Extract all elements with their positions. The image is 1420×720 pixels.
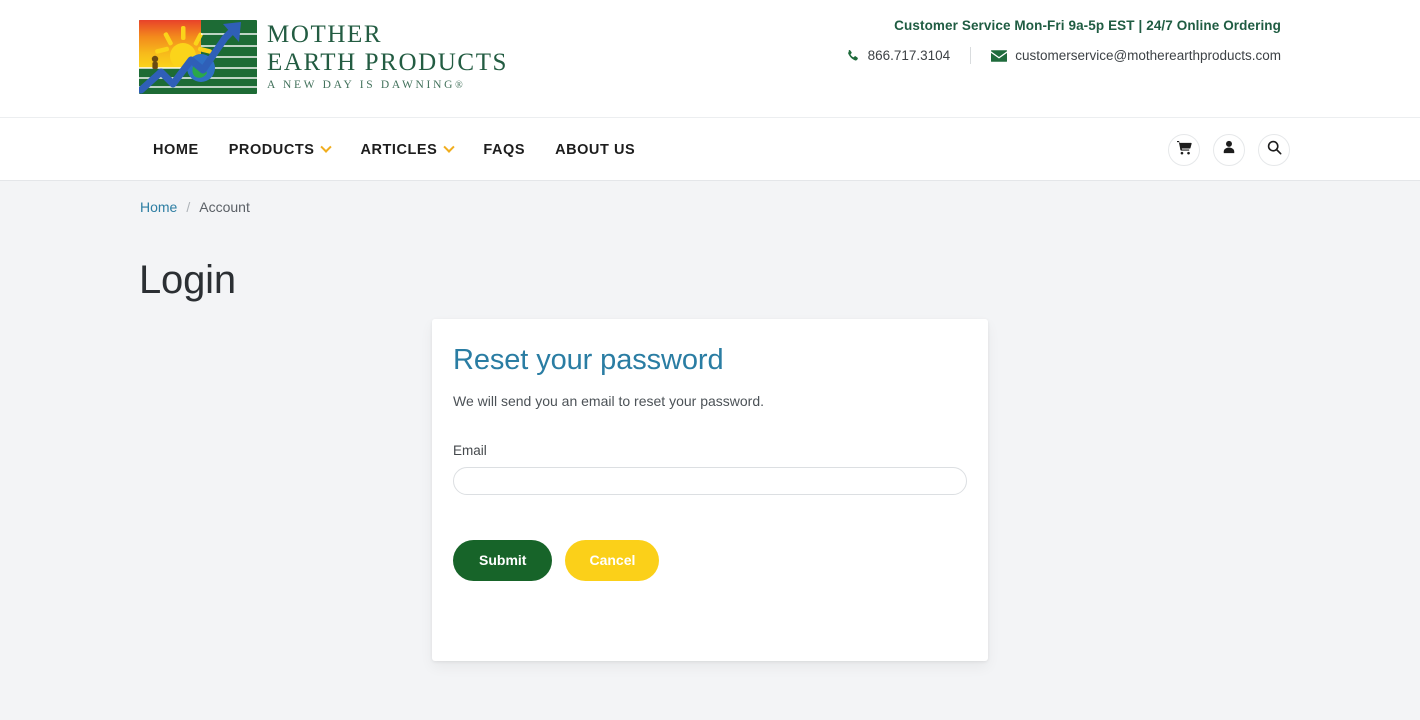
contact-divider bbox=[970, 47, 972, 64]
site-header: MOTHER EARTH PRODUCTS A NEW DAY IS DAWNI… bbox=[0, 0, 1420, 117]
logo-tagline: A NEW DAY IS DAWNING® bbox=[267, 79, 508, 91]
breadcrumb-current-account: Account bbox=[199, 199, 250, 215]
reset-password-heading: Reset your password bbox=[453, 344, 724, 376]
logo-name-line-1: MOTHER bbox=[267, 21, 383, 48]
phone-number: 866.717.3104 bbox=[867, 48, 951, 63]
user-account-icon bbox=[1222, 140, 1236, 159]
nav-item-faqs[interactable]: FAQS bbox=[483, 142, 525, 158]
nav-item-articles-label: ARTICLES bbox=[360, 141, 438, 158]
nav-item-home-label: HOME bbox=[153, 141, 199, 158]
nav-item-products[interactable]: PRODUCTS bbox=[228, 141, 333, 158]
envelope-icon bbox=[991, 49, 1008, 62]
page-root: MOTHER EARTH PRODUCTS A NEW DAY IS DAWNI… bbox=[0, 0, 1420, 720]
registered-mark: ® bbox=[455, 80, 463, 91]
breadcrumb: Home / Account bbox=[140, 199, 250, 215]
logo-name-line-2: EARTH PRODUCTS bbox=[267, 49, 509, 76]
nav-item-products-label: PRODUCTS bbox=[228, 141, 315, 158]
breadcrumb-separator: / bbox=[186, 199, 191, 215]
cart-icon bbox=[1176, 140, 1192, 160]
search-icon bbox=[1267, 140, 1282, 160]
reset-password-card: Reset your password We will send you an … bbox=[432, 319, 988, 661]
chevron-down-icon bbox=[443, 141, 456, 153]
cart-button[interactable] bbox=[1168, 133, 1200, 166]
email-contact[interactable]: customerservice@motherearthproducts.com bbox=[991, 48, 1281, 63]
email-address: customerservice@motherearthproducts.com bbox=[1015, 48, 1281, 63]
phone-icon bbox=[846, 49, 860, 63]
search-button[interactable] bbox=[1258, 133, 1290, 166]
form-actions: Submit Cancel bbox=[453, 540, 967, 581]
nav-links: HOME PRODUCTS ARTICLES FAQS ABOUT US bbox=[153, 118, 635, 181]
logo-tagline-text: A NEW DAY IS DAWNING bbox=[267, 79, 456, 91]
logo-wordmark: MOTHER EARTH PRODUCTS A NEW DAY IS DAWNI… bbox=[267, 20, 509, 92]
site-logo[interactable]: MOTHER EARTH PRODUCTS A NEW DAY IS DAWNI… bbox=[139, 20, 508, 94]
email-input[interactable] bbox=[453, 467, 967, 495]
chevron-down-icon bbox=[320, 141, 333, 153]
contact-row: 866.717.3104 customerservice@motherearth… bbox=[846, 47, 1281, 64]
submit-button[interactable]: Submit bbox=[453, 540, 553, 581]
reset-password-description: We will send you an email to reset your … bbox=[453, 393, 764, 409]
main-navbar: HOME PRODUCTS ARTICLES FAQS ABOUT US bbox=[0, 117, 1420, 181]
header-contact-block: Customer Service Mon-Fri 9a-5p EST | 24/… bbox=[846, 18, 1281, 64]
customer-service-hours: Customer Service Mon-Fri 9a-5p EST | 24/… bbox=[894, 18, 1281, 33]
page-title: Login bbox=[139, 257, 236, 302]
nav-item-about-us[interactable]: ABOUT US bbox=[555, 142, 635, 158]
email-field-label: Email bbox=[453, 443, 487, 458]
cancel-button[interactable]: Cancel bbox=[565, 540, 660, 581]
reset-password-card-body: Reset your password We will send you an … bbox=[432, 319, 988, 581]
account-button[interactable] bbox=[1213, 133, 1245, 166]
nav-item-about-us-label: ABOUT US bbox=[555, 141, 636, 158]
nav-item-articles[interactable]: ARTICLES bbox=[360, 141, 456, 158]
sunrise-field-arrow-globe-logo-icon bbox=[139, 20, 257, 94]
nav-icon-group bbox=[1168, 118, 1290, 181]
nav-item-faqs-label: FAQS bbox=[483, 141, 526, 158]
breadcrumb-link-home[interactable]: Home bbox=[140, 199, 177, 215]
nav-item-home[interactable]: HOME bbox=[153, 142, 199, 158]
phone-contact[interactable]: 866.717.3104 bbox=[846, 48, 951, 63]
